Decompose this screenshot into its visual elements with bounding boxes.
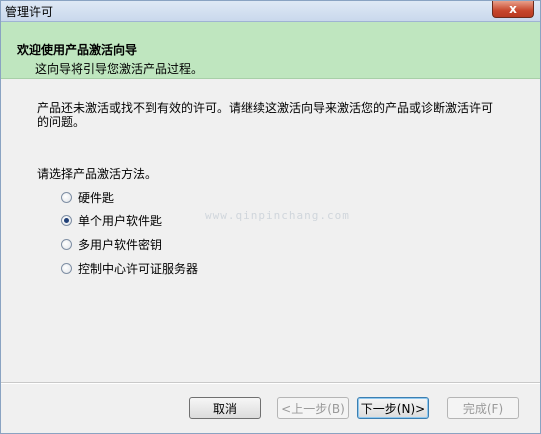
finish-button[interactable]: 完成(F)	[447, 397, 519, 419]
option-label: 硬件匙	[78, 190, 115, 205]
close-button[interactable]: x	[492, 1, 534, 18]
radio-single-user-software-key[interactable]	[61, 214, 72, 226]
option-multi-user-software-key[interactable]: 多用户软件密钥	[61, 236, 162, 252]
method-prompt: 请选择产品激活方法。	[37, 167, 158, 181]
option-label: 多用户软件密钥	[78, 237, 163, 252]
close-icon: x	[509, 2, 517, 16]
title-bar[interactable]: 管理许可 x	[1, 1, 540, 22]
watermark-text: www.qinpinchang.com	[205, 209, 350, 222]
wizard-subtitle: 这向导将引导您激活产品过程。	[35, 62, 204, 76]
option-license-server[interactable]: 控制中心许可证服务器	[61, 260, 198, 276]
activation-wizard-window: 管理许可 x 欢迎使用产品激活向导 这向导将引导您激活产品过程。 产品还未激活或…	[0, 0, 541, 434]
wizard-title: 欢迎使用产品激活向导	[17, 43, 138, 57]
option-single-user-software-key[interactable]: 单个用户软件匙	[61, 212, 162, 228]
activation-description: 产品还未激活或找不到有效的许可。请继续这激活向导来激活您的产品或诊断激活许可的问…	[37, 101, 494, 129]
back-button[interactable]: <上一步(B)	[277, 397, 349, 419]
cancel-button[interactable]: 取消	[189, 397, 261, 419]
option-hardware-key[interactable]: 硬件匙	[61, 189, 114, 205]
radio-license-server[interactable]	[61, 262, 72, 274]
radio-multi-user-software-key[interactable]	[61, 238, 72, 250]
wizard-header: 欢迎使用产品激活向导 这向导将引导您激活产品过程。	[1, 22, 540, 79]
option-label: 控制中心许可证服务器	[78, 261, 199, 276]
radio-hardware-key[interactable]	[61, 191, 72, 203]
window-title: 管理许可	[5, 5, 54, 19]
next-button[interactable]: 下一步(N)>	[357, 397, 429, 419]
option-label: 单个用户软件匙	[78, 213, 163, 228]
footer-separator	[1, 382, 540, 384]
